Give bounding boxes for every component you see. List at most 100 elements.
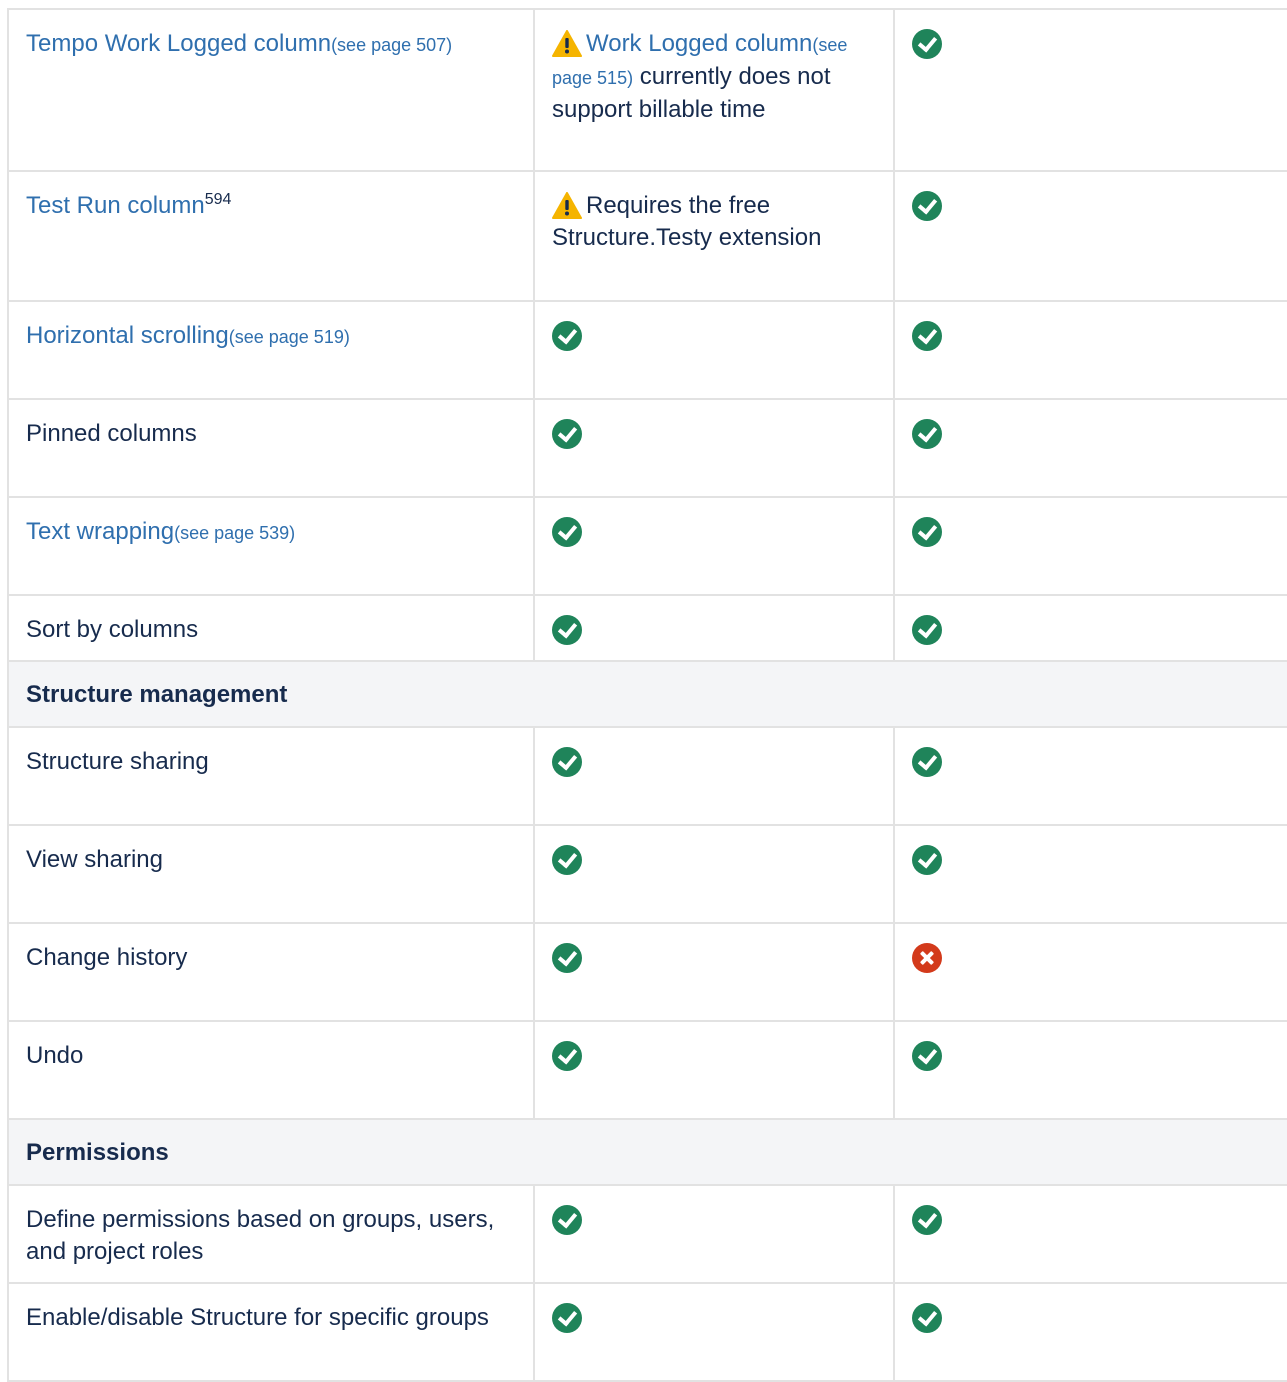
table-row: Change history [7,922,1287,1022]
check-circle-icon [552,419,582,449]
section-header: Structure management [7,660,1287,728]
table-row: Tempo Work Logged column(see page 507) W… [7,8,1287,172]
feature-label: Sort by columns [26,616,199,643]
section-title: Permissions [26,1139,169,1166]
support-cell [533,398,895,498]
cross-circle-icon [912,943,942,973]
feature-cell: Test Run column594 [7,170,535,302]
support-cell [893,1282,1287,1382]
note-text: Requires the free [586,192,771,219]
support-cell [893,1020,1287,1120]
check-circle-icon [912,29,942,59]
page-reference[interactable]: (see page 507) [331,35,452,55]
check-circle-icon [552,747,582,777]
table-row: Enable/disable Structure for specific gr… [7,1282,1287,1382]
table-row: Horizontal scrolling(see page 519) [7,300,1287,400]
check-circle-icon [552,1205,582,1235]
support-cell [533,594,895,662]
feature-cell: View sharing [7,824,535,924]
table-row: Test Run column594 Requires the free Str… [7,170,1287,302]
note-text: support billable time [552,96,766,123]
feature-link[interactable]: Tempo Work Logged column(see page 507) [26,30,452,57]
support-cell: Requires the free Structure.Testy extens… [533,170,895,302]
page-reference[interactable]: page 515) [552,63,633,90]
check-circle-icon [912,321,942,351]
support-cell [533,300,895,400]
section-title: Structure management [26,681,288,708]
feature-label: Structure sharing [26,748,209,775]
check-circle-icon [552,943,582,973]
table-row: Text wrapping(see page 539) [7,496,1287,596]
support-cell [533,824,895,924]
feature-link[interactable]: Text wrapping(see page 539) [26,518,295,545]
table-row: Pinned columns [7,398,1287,498]
check-circle-icon [912,419,942,449]
feature-cell: Change history [7,922,535,1022]
feature-cell: Tempo Work Logged column(see page 507) [7,8,535,172]
feature-link[interactable]: Horizontal scrolling(see page 519) [26,322,350,349]
work-logged-link[interactable]: Work Logged column(see [586,30,847,57]
check-circle-icon [552,615,582,645]
feature-cell: Enable/disable Structure for specific gr… [7,1282,535,1382]
support-cell [533,922,895,1022]
section-header-row: Structure management [7,660,1287,728]
support-cell [533,726,895,826]
check-circle-icon [912,191,942,221]
table-row: View sharing [7,824,1287,924]
support-cell [893,726,1287,826]
feature-cell: Sort by columns [7,594,535,662]
check-circle-icon [912,1303,942,1333]
support-cell [533,496,895,596]
footnote-marker: 594 [204,191,232,208]
support-cell [533,1020,895,1120]
check-circle-icon [912,1205,942,1235]
feature-cell: Structure sharing [7,726,535,826]
check-circle-icon [552,845,582,875]
warning-icon [552,30,582,57]
page-reference[interactable]: (see page 519) [229,327,350,347]
feature-label: Enable/disable Structure for specific gr… [26,1304,489,1331]
feature-label: View sharing [26,846,163,873]
support-cell [893,1184,1287,1284]
feature-cell: Define permissions based on groups, user… [7,1184,535,1284]
feature-cell: Text wrapping(see page 539) [7,496,535,596]
page-reference[interactable]: (see page 539) [174,523,295,543]
feature-label: Define permissions based on groups, user… [26,1206,495,1233]
support-cell: Work Logged column(see page 515) current… [533,8,895,172]
check-circle-icon [912,845,942,875]
feature-label: Undo [26,1042,84,1069]
check-circle-icon [912,615,942,645]
support-cell [893,594,1287,662]
check-circle-icon [912,747,942,777]
feature-link[interactable]: Test Run column [26,192,205,219]
table-row: Undo [7,1020,1287,1120]
support-cell [533,1184,895,1284]
table-row: Sort by columns [7,594,1287,662]
support-cell [893,170,1287,302]
note-text: Structure.Testy extension [552,224,822,251]
table-row: Structure sharing [7,726,1287,826]
support-cell [893,496,1287,596]
check-circle-icon [552,321,582,351]
feature-cell: Undo [7,1020,535,1120]
feature-comparison-table: Tempo Work Logged column(see page 507) W… [7,8,1287,1382]
check-circle-icon [912,1041,942,1071]
check-circle-icon [552,1041,582,1071]
warning-icon [552,192,582,219]
check-circle-icon [552,517,582,547]
feature-label: Pinned columns [26,420,197,447]
feature-cell: Pinned columns [7,398,535,498]
feature-cell: Horizontal scrolling(see page 519) [7,300,535,400]
support-cell [893,8,1287,172]
check-circle-icon [552,1303,582,1333]
support-cell [893,300,1287,400]
section-header: Permissions [7,1118,1287,1186]
support-cell [893,922,1287,1022]
table-row: Define permissions based on groups, user… [7,1184,1287,1284]
support-cell [893,398,1287,498]
section-header-row: Permissions [7,1118,1287,1186]
support-cell [533,1282,895,1382]
feature-label: Change history [26,944,188,971]
feature-label: and project roles [26,1238,204,1265]
check-circle-icon [912,517,942,547]
